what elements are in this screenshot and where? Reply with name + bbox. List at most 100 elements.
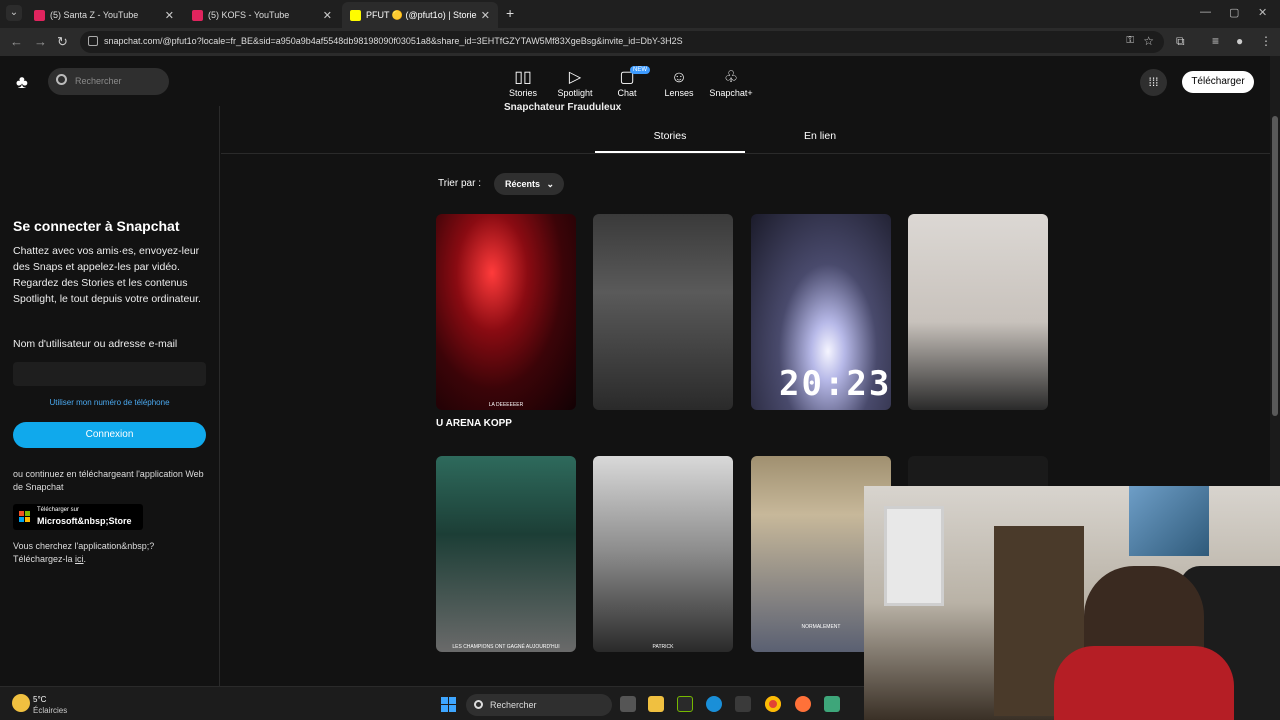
weather-description: Éclaircies	[33, 706, 68, 715]
lenses-icon: ☺	[670, 69, 688, 86]
edge-icon[interactable]	[706, 696, 722, 712]
tab-title: (5) Santa Z - YouTube	[50, 10, 139, 20]
browser-toolbar: ← → ↻ snapchat.com/@pfut1o?locale=fr_BE&…	[0, 28, 1280, 56]
story-big-text: 20:23	[779, 364, 891, 404]
browser-tab-2[interactable]: (5) KOFS - YouTube ✕	[184, 2, 340, 28]
extensions-icon[interactable]: ⧉	[1176, 34, 1185, 49]
minimize-icon[interactable]: —	[1200, 6, 1211, 18]
story-card[interactable]	[908, 214, 1048, 410]
nav-chat[interactable]: ▢ NEW Chat	[602, 66, 652, 98]
tab-title: (5) KOFS - YouTube	[208, 10, 290, 20]
username-label: Nom d'utilisateur ou adresse e-mail	[13, 338, 178, 350]
weather-icon[interactable]	[12, 694, 30, 712]
download-prefix: Téléchargez-la	[13, 554, 76, 564]
nav-label: Snapchat+	[709, 88, 753, 98]
bookmark-star-icon[interactable]: ☆	[1143, 34, 1154, 48]
login-button[interactable]: Connexion	[13, 422, 206, 448]
ms-badge-bottom-text: Microsoft&nbsp;Store	[37, 516, 132, 526]
tabs-divider	[221, 153, 1270, 154]
snapchat-header: ♣ Rechercher ▯▯ Stories ▷ Spotlight ▢ NE…	[0, 56, 1270, 106]
close-window-icon[interactable]: ✕	[1258, 6, 1267, 19]
snapchat-ghost-logo-icon[interactable]: ♣	[16, 72, 28, 93]
search-input[interactable]: Rechercher	[48, 68, 169, 95]
firefox-icon[interactable]	[795, 696, 811, 712]
story-card[interactable]	[593, 214, 733, 410]
site-info-icon[interactable]	[88, 36, 98, 46]
ms-badge-top-text: Télécharger sur	[37, 507, 80, 513]
tab-search-menu-icon[interactable]: ⌄	[6, 5, 22, 21]
webcam-overlay	[864, 486, 1280, 720]
address-bar[interactable]: snapchat.com/@pfut1o?locale=fr_BE&sid=a9…	[80, 31, 1164, 53]
search-placeholder: Rechercher	[75, 76, 122, 86]
scrollbar-thumb[interactable]	[1272, 116, 1278, 416]
download-button[interactable]: Télécharger	[1182, 71, 1254, 93]
browser-tab-bar: ⌄ (5) Santa Z - YouTube ✕ (5) KOFS - You…	[0, 0, 1280, 28]
browser-tab-1[interactable]: (5) Santa Z - YouTube ✕	[26, 2, 182, 28]
story-card[interactable]: LES CHAMPIONS ONT GAGNÉ AUJOURD'HUI	[436, 456, 576, 652]
store-icon[interactable]	[735, 696, 751, 712]
snapchat-plus-icon: ♧	[723, 69, 739, 86]
profile-name: Snapchateur Frauduleux	[504, 102, 622, 113]
login-panel: Se connecter à Snapchat Chattez avec vos…	[0, 106, 220, 686]
nav-label: Stories	[508, 88, 537, 98]
reload-icon[interactable]: ↻	[57, 34, 68, 50]
nav-lenses[interactable]: ☺ Lenses	[654, 68, 704, 98]
browser-tab-3-active[interactable]: PFUT 🟡 (@pfut1o) | Stories... ✕	[342, 2, 498, 28]
task-view-icon[interactable]	[620, 696, 636, 712]
taskbar-search[interactable]: Rechercher	[466, 694, 612, 716]
browser-menu-icon[interactable]: ⋮	[1260, 34, 1272, 48]
app-icon[interactable]	[824, 696, 840, 712]
use-phone-link[interactable]: Utiliser mon numéro de téléphone	[13, 398, 206, 407]
nav-spotlight[interactable]: ▷ Spotlight	[550, 68, 600, 98]
microsoft-logo-icon	[19, 511, 31, 523]
url-text: snapchat.com/@pfut1o?locale=fr_BE&sid=a9…	[104, 36, 683, 46]
profile-avatar-icon[interactable]: ●	[1236, 34, 1243, 48]
story-caption: LES CHAMPIONS ONT GAGNÉ AUJOURD'HUI	[452, 644, 560, 650]
nav-label: Chat	[617, 88, 637, 98]
room-window	[884, 506, 944, 606]
tab-en-lien[interactable]: En lien	[745, 130, 895, 142]
forward-icon[interactable]: →	[34, 34, 47, 49]
snapchat-icon	[350, 9, 361, 21]
new-badge: NEW	[630, 66, 650, 74]
search-icon	[56, 74, 67, 85]
microsoft-store-badge[interactable]: Télécharger sur Microsoft&nbsp;Store	[13, 504, 143, 530]
story-caption: LA DEEEEEER	[488, 402, 524, 408]
continue-text: ou continuez en téléchargeant l'applicat…	[13, 469, 204, 492]
windows-start-icon[interactable]	[441, 697, 456, 712]
weather-temperature: 5°C	[33, 695, 47, 704]
streamer-shirt	[1054, 646, 1234, 720]
app-question: Vous cherchez l'application&nbsp;? Téléc…	[13, 540, 213, 566]
story-card[interactable]: LA DEEEEEER	[436, 214, 576, 410]
sort-label: Trier par :	[438, 178, 481, 189]
close-tab-icon[interactable]: ✕	[481, 9, 490, 22]
close-tab-icon[interactable]: ✕	[165, 9, 174, 22]
question-text: Vous cherchez l'application&nbsp;?	[13, 541, 155, 551]
chrome-icon[interactable]	[765, 696, 781, 712]
room-poster	[1129, 486, 1209, 556]
sort-dropdown[interactable]: Récents ⌄	[494, 173, 564, 195]
password-key-icon[interactable]: ⚿	[1126, 35, 1134, 46]
close-tab-icon[interactable]: ✕	[323, 9, 332, 22]
story-card[interactable]: 20:23	[751, 214, 891, 410]
nvidia-icon[interactable]	[677, 696, 693, 712]
screen: ⌄ (5) Santa Z - YouTube ✕ (5) KOFS - You…	[0, 0, 1280, 720]
nav-stories[interactable]: ▯▯ Stories	[498, 68, 548, 98]
back-icon[interactable]: ←	[10, 34, 23, 49]
sort-value: Récents	[505, 179, 541, 189]
reading-list-icon[interactable]: ≡	[1212, 34, 1219, 48]
new-tab-icon[interactable]: +	[506, 5, 514, 21]
nav-label: Spotlight	[557, 88, 593, 98]
username-field[interactable]	[13, 362, 206, 386]
download-here-link[interactable]: ici	[75, 554, 84, 564]
youtube-icon	[192, 9, 203, 21]
maximize-icon[interactable]: ▢	[1229, 6, 1239, 19]
nav-snapchat-plus[interactable]: ♧ Snapchat+	[706, 68, 756, 98]
download-suffix: .	[83, 554, 87, 564]
tab-stories[interactable]: Stories	[595, 130, 745, 142]
story-card[interactable]: PATRICK	[593, 456, 733, 652]
login-title: Se connecter à Snapchat	[13, 218, 180, 234]
file-explorer-icon[interactable]	[648, 696, 664, 712]
search-icon	[474, 700, 483, 709]
apps-grid-icon[interactable]: ⁞⁞⁞	[1140, 69, 1167, 96]
